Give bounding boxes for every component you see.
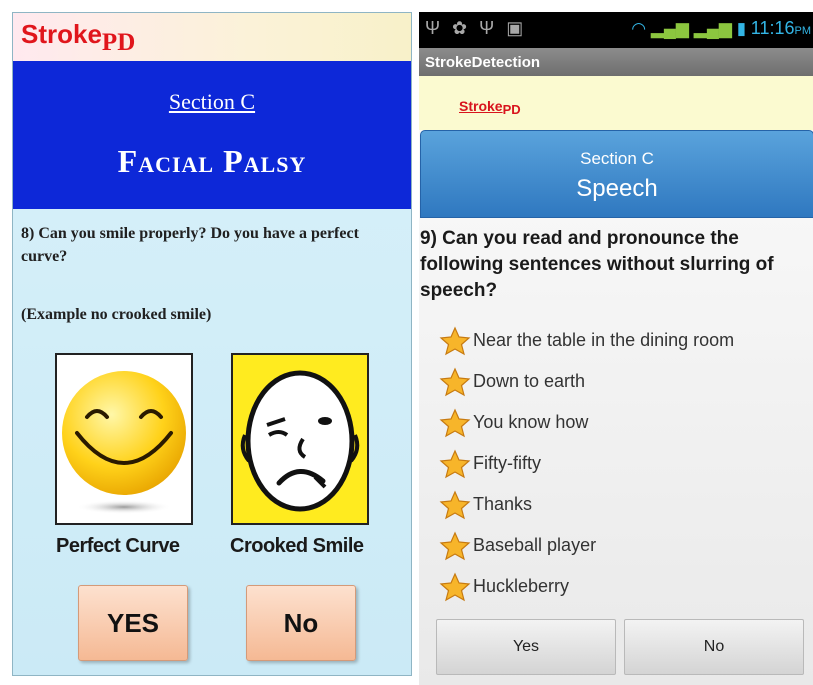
app-header: StrokePD — [13, 13, 411, 61]
system-indicators: ◠ ▂▄▆ ▂▄▆ ▮ 11:16PM — [631, 18, 811, 39]
app-title-bar: StrokeDetection — [419, 48, 813, 76]
star-icon — [439, 531, 471, 560]
image-icon: ▣ — [506, 18, 536, 38]
clock-ampm: PM — [794, 25, 812, 37]
star-icon — [439, 490, 471, 519]
perfect-curve-caption: Perfect Curve — [56, 535, 180, 557]
section-title: Facial Palsy — [117, 143, 307, 179]
no-button[interactable]: No — [246, 585, 356, 661]
section-title: Speech — [576, 175, 658, 202]
question-text: 9) Can you read and pronounce the follow… — [420, 228, 774, 301]
yes-button[interactable]: Yes — [436, 619, 616, 675]
question-note: (Example no crooked smile) — [21, 306, 212, 323]
usb-icon: Ψ — [425, 18, 453, 38]
sentence-label: Huckleberry — [473, 576, 570, 596]
star-icon — [439, 572, 471, 601]
usb-debug-icon: Ψ — [479, 18, 507, 38]
list-item[interactable]: Thanks — [439, 484, 734, 525]
star-icon — [439, 449, 471, 478]
list-item[interactable]: Huckleberry — [439, 566, 734, 607]
wifi-icon: ◠ — [631, 19, 647, 38]
sentence-label: Fifty-fifty — [473, 453, 541, 473]
no-button[interactable]: No — [624, 619, 804, 675]
signal-icon: ▂▄▆ — [650, 19, 690, 38]
list-item[interactable]: You know how — [439, 402, 734, 443]
list-item[interactable]: Near the table in the dining room — [439, 320, 734, 361]
section-panel: Section C Speech — [420, 130, 813, 218]
section-banner: Section C Facial Palsy — [13, 61, 411, 209]
perfect-curve-image — [55, 353, 193, 525]
speech-screen: Ψ✿Ψ▣ ◠ ▂▄▆ ▂▄▆ ▮ 11:16PM StrokeDetection… — [419, 12, 813, 685]
notification-icons: Ψ✿Ψ▣ — [425, 18, 535, 39]
list-item[interactable]: Baseball player — [439, 525, 734, 566]
sentence-label: Baseball player — [473, 535, 597, 555]
crooked-smile-caption: Crooked Smile — [230, 535, 364, 557]
section-label: Section C — [168, 89, 256, 114]
sentence-label: Near the table in the dining room — [473, 330, 735, 350]
section-label: Section C — [580, 149, 654, 168]
crooked-face-icon — [240, 370, 360, 512]
status-bar: Ψ✿Ψ▣ ◠ ▂▄▆ ▂▄▆ ▮ 11:16PM — [419, 12, 813, 48]
list-item[interactable]: Fifty-fifty — [439, 443, 734, 484]
star-icon — [439, 367, 471, 396]
question-text: 8) Can you smile properly? Do you have a… — [21, 225, 359, 265]
signal-icon-2: ▂▄▆ — [693, 19, 732, 38]
strokepd-logo: StrokePD — [459, 98, 521, 117]
star-icon — [439, 408, 471, 437]
battery-icon: ▮ — [736, 19, 747, 38]
sentence-list: Near the table in the dining room Down t… — [439, 320, 734, 607]
sentence-label: Down to earth — [473, 371, 586, 391]
yes-button[interactable]: YES — [78, 585, 188, 661]
settings-icon: ✿ — [452, 18, 480, 38]
list-item[interactable]: Down to earth — [439, 361, 734, 402]
sentence-label: You know how — [473, 412, 589, 432]
crooked-smile-image — [231, 353, 369, 525]
strokepd-logo: StrokePD — [21, 19, 136, 56]
clock: 11:16 — [750, 18, 795, 38]
logo-bar: StrokePD — [419, 76, 813, 130]
smiley-face-icon — [62, 371, 186, 514]
sentence-label: Thanks — [473, 494, 533, 514]
star-icon — [439, 326, 471, 355]
facial-palsy-screen: StrokePD Section C Facial Palsy 8) Can y… — [12, 12, 412, 676]
